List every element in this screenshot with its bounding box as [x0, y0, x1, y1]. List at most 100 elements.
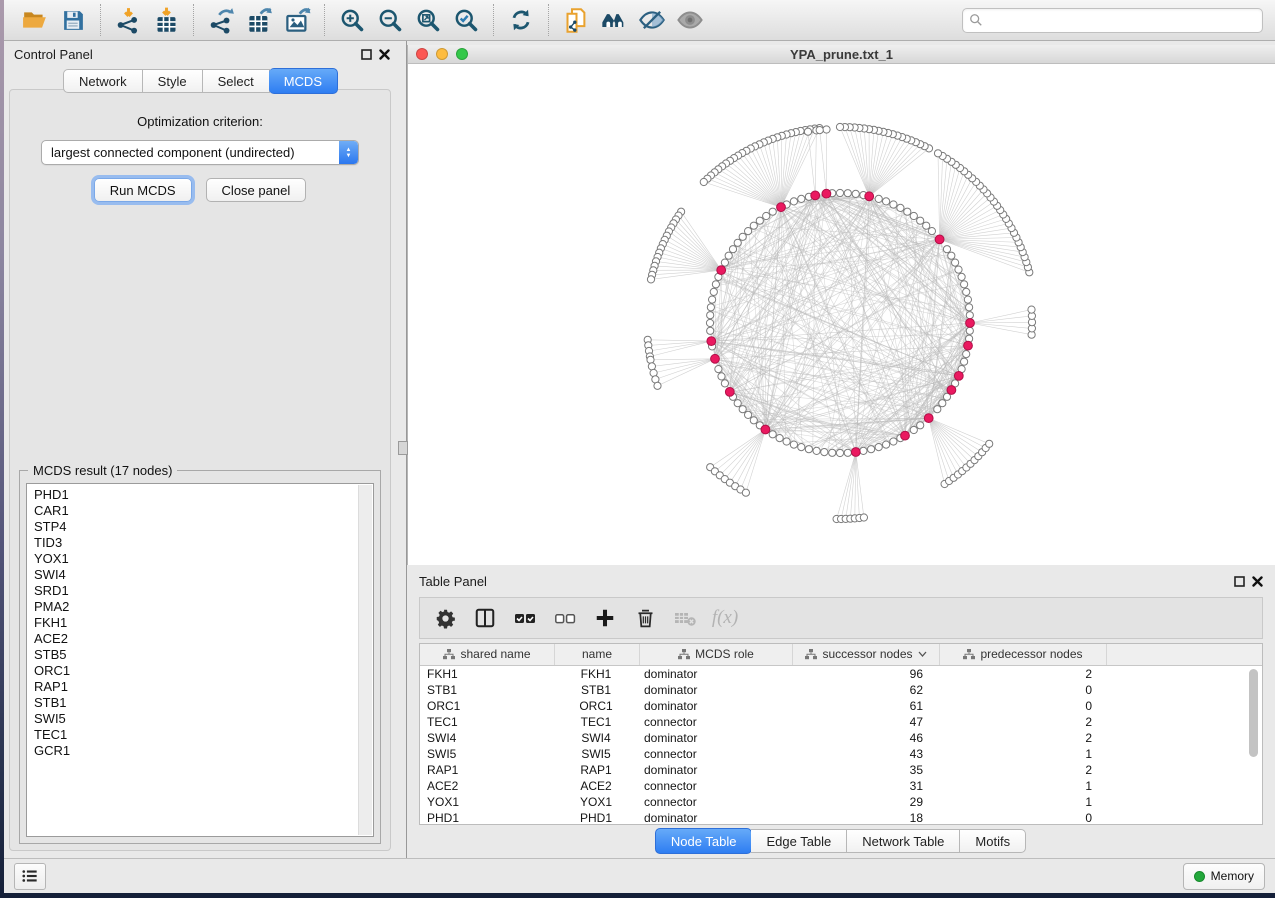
float-panel-icon[interactable]	[361, 49, 372, 60]
optimization-criterion-label: Optimization criterion:	[10, 114, 390, 129]
list-item[interactable]: FKH1	[34, 615, 373, 631]
hide-selected-icon[interactable]	[637, 5, 667, 35]
list-item[interactable]: ORC1	[34, 663, 373, 679]
save-icon[interactable]	[58, 5, 88, 35]
zoom-in-icon[interactable]	[337, 5, 367, 35]
list-item[interactable]: SWI5	[34, 711, 373, 727]
mcds-tab-content: Optimization criterion: largest connecte…	[9, 89, 391, 851]
add-column-icon[interactable]	[590, 603, 620, 633]
table-row[interactable]: FKH1FKH1dominator962	[420, 666, 1262, 682]
show-all-icon[interactable]	[675, 5, 705, 35]
refresh-view-icon[interactable]	[506, 5, 536, 35]
run-mcds-button[interactable]: Run MCDS	[94, 178, 192, 202]
list-item[interactable]: STP4	[34, 519, 373, 535]
table-cell: 35	[790, 763, 936, 777]
tab-motifs[interactable]: Motifs	[960, 829, 1026, 853]
tab-select[interactable]: Select	[203, 69, 270, 93]
tab-node-table[interactable]: Node Table	[655, 828, 753, 854]
table-cell: SWI4	[554, 731, 638, 745]
table-settings-icon[interactable]	[430, 603, 460, 633]
tab-network-table[interactable]: Network Table	[847, 829, 960, 853]
import-table-icon[interactable]	[151, 5, 181, 35]
list-item[interactable]: STB1	[34, 695, 373, 711]
float-table-panel-icon[interactable]	[1234, 576, 1245, 587]
search-input[interactable]	[987, 12, 1256, 28]
list-item[interactable]: SWI4	[34, 567, 373, 583]
export-image-icon[interactable]	[282, 5, 312, 35]
table-row[interactable]: TEC1TEC1connector472	[420, 714, 1262, 730]
export-network-icon[interactable]	[206, 5, 236, 35]
table-row[interactable]: ORC1ORC1dominator610	[420, 698, 1262, 714]
export-table-icon[interactable]	[244, 5, 274, 35]
memory-button[interactable]: Memory	[1183, 863, 1265, 890]
column-header-successor-nodes[interactable]: successor nodes	[793, 644, 940, 665]
splitter-handle[interactable]	[398, 441, 408, 455]
list-item[interactable]: STB5	[34, 647, 373, 663]
table-row[interactable]: PHD1PHD1dominator180	[420, 810, 1262, 825]
control-panel-title: Control Panel	[14, 47, 93, 62]
network-search-field[interactable]	[962, 8, 1263, 33]
open-file-icon[interactable]	[20, 5, 50, 35]
show-columns-icon[interactable]	[470, 603, 500, 633]
toolbar-separator	[548, 4, 549, 36]
close-panel-button[interactable]: Close panel	[206, 178, 307, 202]
network-window-titlebar[interactable]: YPA_prune.txt_1	[408, 45, 1275, 64]
table-scrollbar[interactable]	[1249, 646, 1260, 822]
tab-edge-table[interactable]: Edge Table	[751, 829, 847, 853]
table-row[interactable]: STB1STB1dominator620	[420, 682, 1262, 698]
table-cell: 2	[936, 731, 1102, 745]
close-table-panel-icon[interactable]	[1252, 576, 1263, 587]
import-network-icon[interactable]	[113, 5, 143, 35]
select-all-rows-icon[interactable]	[510, 603, 540, 633]
table-cell: 1	[936, 779, 1102, 793]
list-item[interactable]: SRD1	[34, 583, 373, 599]
list-item[interactable]: RAP1	[34, 679, 373, 695]
list-item[interactable]: ACE2	[34, 631, 373, 647]
table-cell: 29	[790, 795, 936, 809]
list-scrollbar-track[interactable]	[358, 485, 372, 835]
tab-network[interactable]: Network	[63, 69, 143, 93]
tab-mcds[interactable]: MCDS	[269, 68, 338, 94]
panel-splitter[interactable]	[396, 41, 407, 858]
list-item[interactable]: YOX1	[34, 551, 373, 567]
table-tabs: Node Table Edge Table Network Table Moti…	[407, 825, 1275, 858]
table-cell: PHD1	[554, 811, 638, 825]
node-table[interactable]: shared name name MCDS role successor nod…	[419, 643, 1263, 825]
criterion-dropdown[interactable]: largest connected component (undirected)…	[41, 140, 359, 165]
close-panel-icon[interactable]	[379, 49, 390, 60]
list-item[interactable]: PMA2	[34, 599, 373, 615]
table-row[interactable]: RAP1RAP1dominator352	[420, 762, 1262, 778]
log-console-button[interactable]	[14, 863, 46, 890]
table-cell: dominator	[638, 811, 790, 825]
list-item[interactable]: CAR1	[34, 503, 373, 519]
zoom-out-icon[interactable]	[375, 5, 405, 35]
table-row[interactable]: ACE2ACE2connector311	[420, 778, 1262, 794]
table-row[interactable]: SWI5SWI5connector431	[420, 746, 1262, 762]
memory-label: Memory	[1211, 869, 1254, 883]
zoom-fit-icon[interactable]	[413, 5, 443, 35]
column-header-name[interactable]: name	[555, 644, 640, 665]
column-header-predecessor-nodes[interactable]: predecessor nodes	[940, 644, 1107, 665]
column-header-mcds-role[interactable]: MCDS role	[640, 644, 793, 665]
list-item[interactable]: TEC1	[34, 727, 373, 743]
table-cell: SWI5	[420, 747, 554, 761]
list-item[interactable]: PHD1	[34, 487, 373, 503]
mcds-result-list[interactable]: PHD1CAR1STP4TID3YOX1SWI4SRD1PMA2FKH1ACE2…	[26, 483, 374, 837]
table-cell: dominator	[638, 683, 790, 697]
column-header-shared-name[interactable]: shared name	[420, 644, 555, 665]
table-cell: STB1	[554, 683, 638, 697]
zoom-selected-icon[interactable]	[451, 5, 481, 35]
delete-column-icon[interactable]	[630, 603, 660, 633]
list-item[interactable]: GCR1	[34, 743, 373, 759]
network-canvas[interactable]	[408, 64, 1275, 565]
table-row[interactable]: YOX1YOX1connector291	[420, 794, 1262, 810]
list-item[interactable]: TID3	[34, 535, 373, 551]
table-cell: YOX1	[420, 795, 554, 809]
clone-network-icon[interactable]	[561, 5, 591, 35]
table-row[interactable]: SWI4SWI4dominator462	[420, 730, 1262, 746]
tab-style[interactable]: Style	[143, 69, 203, 93]
table-cell: 62	[790, 683, 936, 697]
search-network-icon[interactable]	[599, 5, 629, 35]
table-scrollbar-thumb[interactable]	[1249, 669, 1258, 757]
deselect-all-rows-icon[interactable]	[550, 603, 580, 633]
